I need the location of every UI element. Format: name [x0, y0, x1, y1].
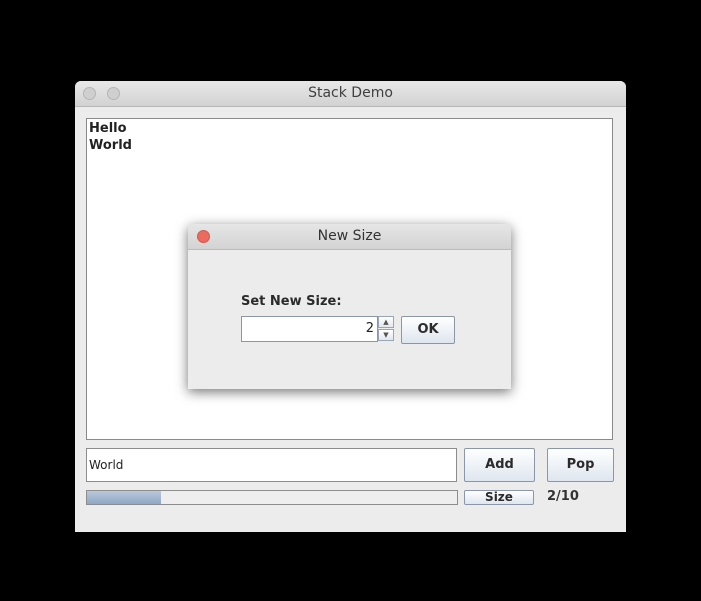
add-button[interactable]: Add: [464, 448, 535, 482]
stack-list-item[interactable]: Hello: [89, 120, 612, 137]
stack-list-item[interactable]: World: [89, 137, 612, 154]
set-new-size-label: Set New Size:: [241, 294, 342, 309]
stack-count-label: 2/10: [547, 489, 579, 504]
dialog-title: New Size: [317, 228, 382, 244]
pop-button[interactable]: Pop: [547, 448, 614, 482]
spinner-down-icon[interactable]: ▼: [378, 329, 394, 341]
spinner-up-icon[interactable]: ▲: [378, 316, 394, 328]
progress-fill: [87, 491, 161, 504]
dialog-titlebar[interactable]: New Size: [188, 224, 511, 250]
window-titlebar[interactable]: Stack Demo: [75, 81, 626, 107]
size-button[interactable]: Size: [464, 490, 534, 505]
item-text-input[interactable]: World: [86, 448, 457, 482]
new-size-dialog: New Size Set New Size: 2 ▲ ▼ OK: [188, 224, 511, 389]
stack-fill-progress-bar: [86, 490, 458, 505]
window-title: Stack Demo: [308, 85, 393, 101]
ok-button[interactable]: OK: [401, 316, 455, 344]
size-spinner-input[interactable]: 2: [241, 316, 378, 342]
